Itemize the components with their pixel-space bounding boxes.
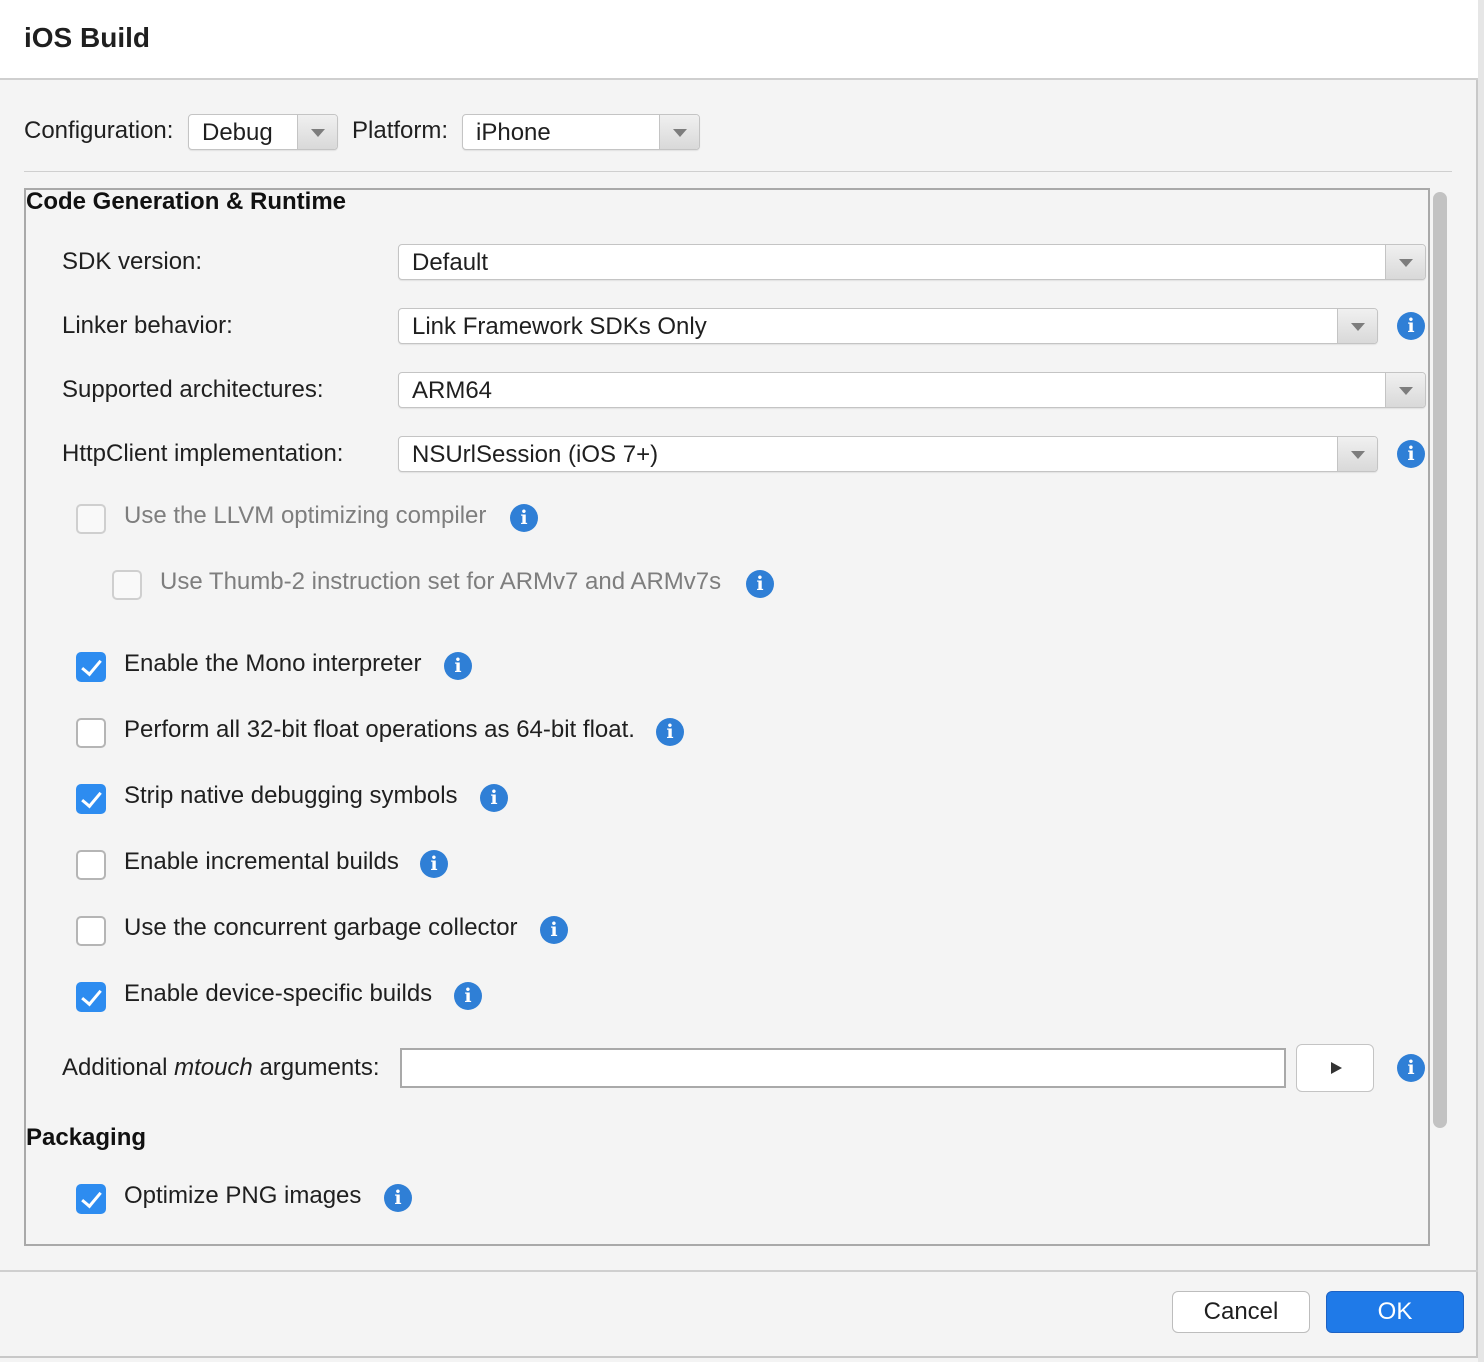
- chevron-down-icon: [1385, 245, 1425, 279]
- info-icon[interactable]: i: [540, 916, 568, 944]
- strip-symbols-checkbox[interactable]: [76, 784, 106, 814]
- mtouch-arguments-label: Additional mtouch arguments:: [62, 1054, 380, 1082]
- cancel-button[interactable]: Cancel: [1172, 1291, 1310, 1333]
- sdk-version-select[interactable]: Default: [398, 244, 1426, 280]
- platform-select[interactable]: iPhone: [462, 114, 700, 150]
- info-icon[interactable]: i: [510, 504, 538, 532]
- mtouch-arguments-input[interactable]: [400, 1048, 1286, 1088]
- optimize-png-checkbox[interactable]: [76, 1184, 106, 1214]
- chevron-down-icon: [1385, 373, 1425, 407]
- configuration-select[interactable]: Debug: [188, 114, 338, 150]
- info-icon[interactable]: i: [384, 1184, 412, 1212]
- device-specific-label: Enable device-specific builds: [124, 980, 433, 1007]
- mtouch-label-suffix: arguments:: [252, 1054, 380, 1081]
- section-title-packaging: Packaging: [26, 1124, 147, 1151]
- chevron-down-icon: [1337, 309, 1377, 343]
- linker-behavior-value: Link Framework SDKs Only: [412, 313, 707, 340]
- info-icon[interactable]: i: [1397, 312, 1425, 340]
- linker-behavior-label: Linker behavior:: [62, 312, 233, 339]
- float64-label: Perform all 32-bit float operations as 6…: [124, 716, 635, 743]
- info-icon[interactable]: i: [656, 718, 684, 746]
- info-icon[interactable]: i: [1397, 1054, 1425, 1082]
- optimize-png-label: Optimize PNG images: [124, 1182, 362, 1209]
- concurrent-gc-label: Use the concurrent garbage collector: [124, 914, 518, 941]
- mtouch-label-em: mtouch: [174, 1054, 253, 1081]
- info-icon[interactable]: i: [480, 784, 508, 812]
- play-icon[interactable]: [1296, 1044, 1374, 1092]
- incremental-checkbox[interactable]: [76, 850, 106, 880]
- dialog-header: iOS Build: [0, 0, 1478, 80]
- vertical-scrollbar[interactable]: [1433, 192, 1447, 1128]
- float64-checkbox[interactable]: [76, 718, 106, 748]
- thumb2-label: Use Thumb-2 instruction set for ARMv7 an…: [160, 568, 722, 595]
- footer-divider: [0, 1270, 1478, 1272]
- window-edge: [1478, 0, 1484, 1362]
- concurrent-gc-checkbox[interactable]: [76, 916, 106, 946]
- device-specific-checkbox[interactable]: [76, 982, 106, 1012]
- chevron-down-icon: [1337, 437, 1377, 471]
- ok-button[interactable]: OK: [1326, 1291, 1464, 1333]
- platform-label: Platform:: [352, 117, 449, 144]
- supported-architectures-value: ARM64: [412, 377, 493, 404]
- mtouch-label-prefix: Additional: [62, 1054, 175, 1081]
- llvm-checkbox[interactable]: [76, 504, 106, 534]
- section-title-codegen: Code Generation & Runtime: [26, 188, 347, 215]
- supported-architectures-select[interactable]: ARM64: [398, 372, 1426, 408]
- info-icon[interactable]: i: [1397, 440, 1425, 468]
- linker-behavior-select[interactable]: Link Framework SDKs Only: [398, 308, 1378, 344]
- llvm-label: Use the LLVM optimizing compiler: [124, 502, 487, 529]
- configuration-label: Configuration:: [24, 117, 174, 144]
- strip-symbols-label: Strip native debugging symbols: [124, 782, 458, 809]
- httpclient-select[interactable]: NSUrlSession (iOS 7+): [398, 436, 1378, 472]
- supported-architectures-label: Supported architectures:: [62, 376, 324, 403]
- info-icon[interactable]: i: [444, 652, 472, 680]
- ios-build-dialog: iOS Build Configuration: Debug Platform:…: [0, 0, 1478, 1358]
- configuration-value: Debug: [202, 119, 273, 146]
- sdk-version-label: SDK version:: [62, 248, 203, 275]
- info-icon[interactable]: i: [454, 982, 482, 1010]
- thumb2-checkbox[interactable]: [112, 570, 142, 600]
- httpclient-value: NSUrlSession (iOS 7+): [412, 441, 659, 468]
- mono-interpreter-checkbox[interactable]: [76, 652, 106, 682]
- chevron-down-icon: [297, 115, 337, 149]
- incremental-label: Enable incremental builds: [124, 848, 399, 875]
- dialog-title: iOS Build: [24, 22, 150, 53]
- sdk-version-value: Default: [412, 249, 489, 276]
- httpclient-label: HttpClient implementation:: [62, 440, 344, 467]
- mono-interpreter-label: Enable the Mono interpreter: [124, 650, 422, 677]
- info-icon[interactable]: i: [420, 850, 448, 878]
- chevron-down-icon: [659, 115, 699, 149]
- platform-value: iPhone: [476, 119, 551, 146]
- divider: [24, 171, 1452, 172]
- info-icon[interactable]: i: [746, 570, 774, 598]
